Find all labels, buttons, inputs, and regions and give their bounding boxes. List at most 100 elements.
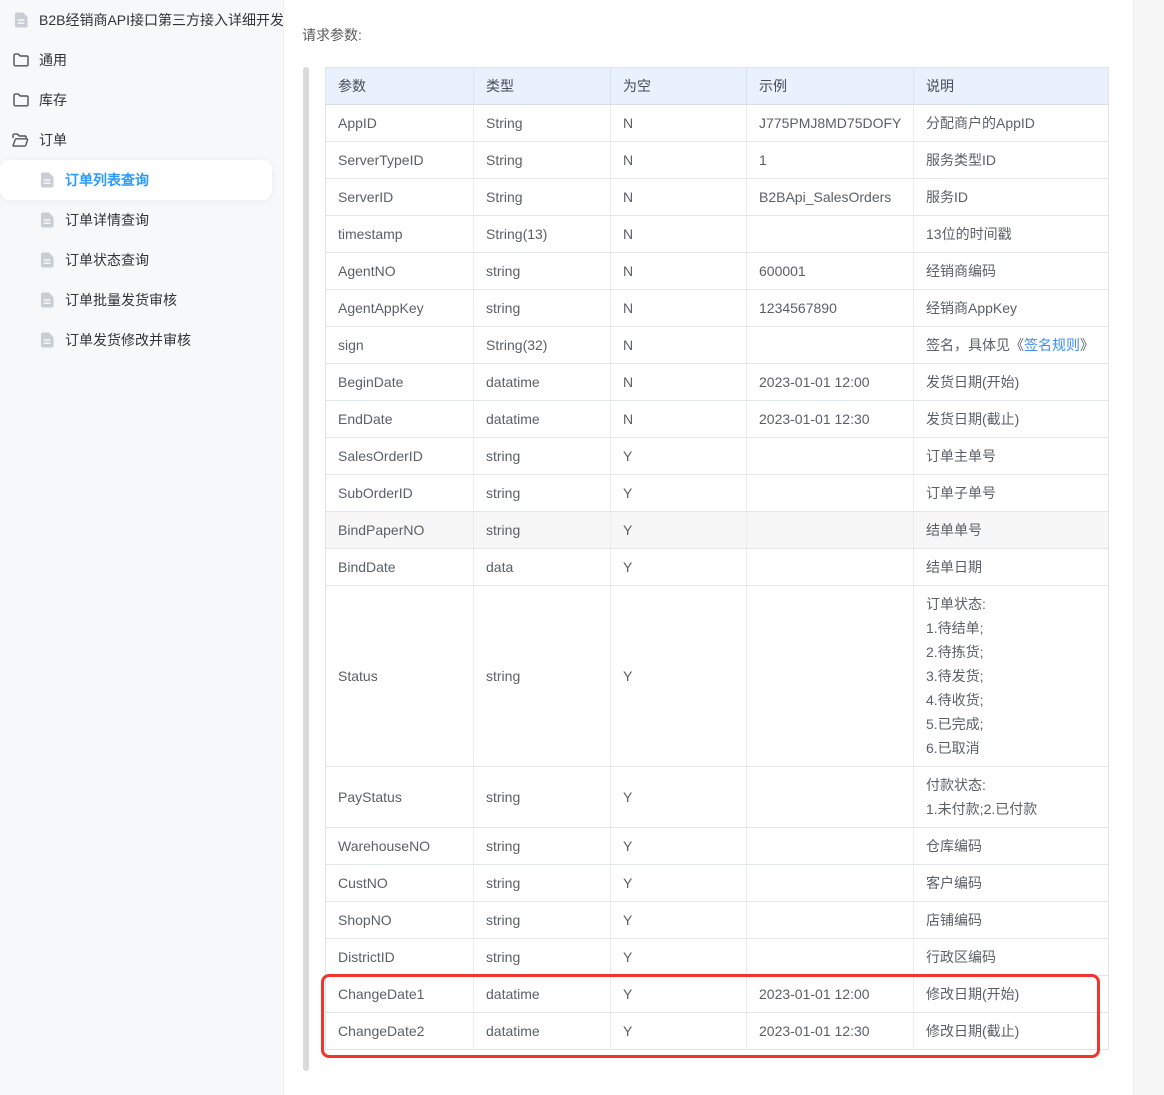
table-row: BindDate data Y 结单日期	[325, 548, 1109, 586]
cell-example: 2023-01-01 12:30	[746, 1012, 914, 1050]
cell-type: datatime	[473, 1012, 611, 1050]
sidebar-item-label: 订单批量发货审核	[65, 292, 177, 308]
description-line: 服务类型ID	[926, 152, 996, 168]
table-row: WarehouseNO string Y 仓库编码	[325, 827, 1109, 865]
cell-example	[746, 864, 914, 902]
description-line: 分配商户的AppID	[926, 115, 1035, 131]
cell-example	[746, 437, 914, 475]
cell-description: 仓库编码	[913, 827, 1109, 865]
cell-type: string	[473, 252, 611, 290]
table-row: AppID String N J775PMJ8MD75DOFY 分配商户的App…	[325, 104, 1109, 142]
description-line: 发货日期(截止)	[926, 411, 1020, 427]
cell-description: 结单单号	[913, 511, 1109, 549]
cell-example: 2023-01-01 12:00	[746, 975, 914, 1013]
column-header: 类型	[473, 67, 611, 105]
main-content: 请求参数: 参数 类型 为空 示例 说明 AppID String N J775PMJ8…	[284, 0, 1164, 1095]
cell-param: timestamp	[325, 215, 474, 253]
sidebar-item-label: 订单列表查询	[65, 172, 149, 188]
document-icon	[38, 212, 55, 228]
table-row: ServerID String N B2BApi_SalesOrders 服务I…	[325, 178, 1109, 216]
sidebar-item-label: 订单详情查询	[65, 212, 149, 228]
cell-param: ServerID	[325, 178, 474, 216]
cell-description: 客户编码	[913, 864, 1109, 902]
cell-type: string	[473, 289, 611, 327]
cell-description: 订单子单号	[913, 474, 1109, 512]
sidebar-item[interactable]: 订单发货修改并审核	[0, 320, 283, 360]
cell-description: 修改日期(截止)	[913, 1012, 1109, 1050]
section-label: 请求参数:	[302, 27, 362, 43]
cell-param: CustNO	[325, 864, 474, 902]
folder-open-icon	[12, 132, 29, 148]
cell-param: Status	[325, 585, 474, 767]
sidebar-item[interactable]: 订单列表查询	[0, 160, 272, 200]
description-line: 经销商AppKey	[926, 300, 1018, 316]
description-line: 6.已取消	[926, 740, 980, 756]
cell-param: BindPaperNO	[325, 511, 474, 549]
table-row: AgentNO string N 600001 经销商编码	[325, 252, 1109, 290]
cell-param: ChangeDate2	[325, 1012, 474, 1050]
cell-description: 13位的时间戳	[913, 215, 1109, 253]
cell-type: String(32)	[473, 326, 611, 364]
sign-rules-link[interactable]: 签名规则	[1024, 337, 1080, 353]
cell-param: sign	[325, 326, 474, 364]
cell-nullable: N	[610, 141, 747, 179]
description-line: 修改日期(开始)	[926, 986, 1020, 1002]
description-line: 订单子单号	[926, 485, 996, 501]
sidebar-item[interactable]: 库存	[0, 80, 283, 120]
cell-description: 店铺编码	[913, 901, 1109, 939]
cell-type: string	[473, 827, 611, 865]
cell-type: datatime	[473, 363, 611, 401]
cell-example: 2023-01-01 12:30	[746, 400, 914, 438]
sidebar-nav: B2B经销商API接口第三方接入详细开发... 通用 库存 订单 订单列表查询 …	[0, 0, 283, 360]
cell-example: 1	[746, 141, 914, 179]
sidebar-item[interactable]: 订单详情查询	[0, 200, 283, 240]
description-line: 2.待拣货;	[926, 644, 984, 660]
description-line: 行政区编码	[926, 949, 996, 965]
cell-example	[746, 511, 914, 549]
table-row: ShopNO string Y 店铺编码	[325, 901, 1109, 939]
cell-description: 订单主单号	[913, 437, 1109, 475]
sidebar-item[interactable]: 订单	[0, 120, 283, 160]
cell-param: BindDate	[325, 548, 474, 586]
table-row: EndDate datatime N 2023-01-01 12:30 发货日期…	[325, 400, 1109, 438]
cell-param: SubOrderID	[325, 474, 474, 512]
cell-param: DistrictID	[325, 938, 474, 976]
description-line: 1.未付款;2.已付款	[926, 801, 1038, 817]
table-scrollbar[interactable]	[303, 67, 309, 1071]
table-row: AgentAppKey string N 1234567890 经销商AppKe…	[325, 289, 1109, 327]
table-row: CustNO string Y 客户编码	[325, 864, 1109, 902]
description-line: 订单主单号	[926, 448, 996, 464]
document-icon	[38, 172, 55, 188]
cell-type: String	[473, 141, 611, 179]
sidebar-item[interactable]: 订单状态查询	[0, 240, 283, 280]
cell-description: 服务类型ID	[913, 141, 1109, 179]
cell-nullable: Y	[610, 827, 747, 865]
description-line: 签名，具体见《签名规则》	[926, 337, 1094, 353]
cell-type: string	[473, 901, 611, 939]
description-line: 店铺编码	[926, 912, 982, 928]
sidebar-item[interactable]: 订单批量发货审核	[0, 280, 283, 320]
sidebar-item[interactable]: B2B经销商API接口第三方接入详细开发...	[0, 0, 283, 40]
cell-description: 服务ID	[913, 178, 1109, 216]
description-line: 修改日期(截止)	[926, 1023, 1020, 1039]
cell-nullable: Y	[610, 938, 747, 976]
cell-type: string	[473, 938, 611, 976]
document-icon	[38, 292, 55, 308]
cell-param: WarehouseNO	[325, 827, 474, 865]
description-line: 发货日期(开始)	[926, 374, 1020, 390]
cell-example: 600001	[746, 252, 914, 290]
cell-param: ServerTypeID	[325, 141, 474, 179]
cell-param: AgentAppKey	[325, 289, 474, 327]
cell-type: String(13)	[473, 215, 611, 253]
cell-description: 签名，具体见《签名规则》	[913, 326, 1109, 364]
cell-example: J775PMJ8MD75DOFY	[746, 104, 914, 142]
cell-description: 发货日期(开始)	[913, 363, 1109, 401]
description-line: 4.待收货;	[926, 692, 984, 708]
cell-param: SalesOrderID	[325, 437, 474, 475]
table-row: PayStatus string Y 付款状态: 1.未付款;2.已付款	[325, 766, 1109, 828]
sidebar-item-label: B2B经销商API接口第三方接入详细开发...	[39, 12, 283, 28]
cell-type: string	[473, 585, 611, 767]
sidebar-item[interactable]: 通用	[0, 40, 283, 80]
description-line: 结单单号	[926, 522, 982, 538]
description-line: 结单日期	[926, 559, 982, 575]
